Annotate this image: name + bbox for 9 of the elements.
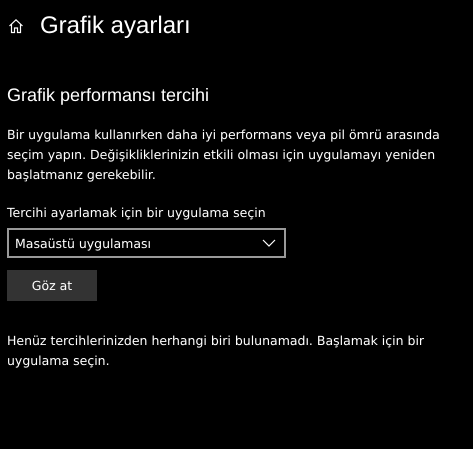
description: Bir uygulama kullanırken daha iyi performans veya pil ömrü arasında seçim yapın. Değişikliklerinizin etkili olması için uygulamayı yeniden başlatmanız gerekebilir.: [7, 126, 441, 184]
empty-message: Henüz tercihlerinizden herhangi biri bulunamadı. Başlamak için bir uygulama seçin.: [7, 332, 426, 370]
chevron-down-icon: [262, 239, 276, 247]
app-type-dropdown[interactable]: Masaüstü uygulaması: [7, 228, 286, 258]
section-heading: Grafik performansı tercihi: [7, 84, 210, 107]
browse-button[interactable]: Göz at: [7, 270, 97, 301]
page-title: Grafik ayarları: [40, 11, 191, 41]
picker-label: Tercihi ayarlamak için bir uygulama seçin: [7, 204, 267, 222]
home-icon[interactable]: [8, 18, 24, 34]
